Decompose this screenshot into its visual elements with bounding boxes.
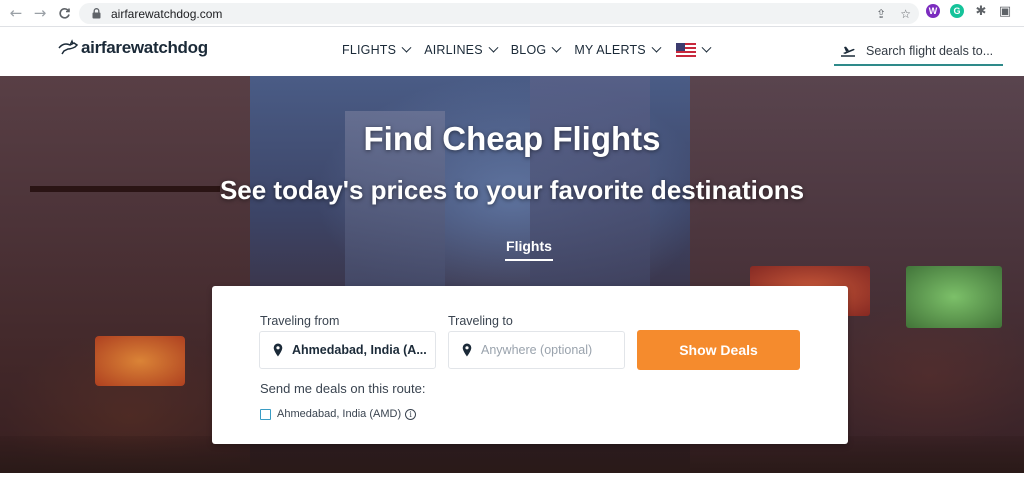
site-logo[interactable]: airfarewatchdog — [57, 38, 208, 58]
from-label: Traveling from — [260, 314, 340, 328]
location-pin-icon — [273, 343, 283, 357]
nav-flights[interactable]: FLIGHTS — [342, 42, 412, 57]
logo-text: airfarewatchdog — [81, 38, 208, 57]
nav-my-alerts-label: MY ALERTS — [574, 43, 646, 57]
route-checkbox[interactable] — [260, 408, 271, 420]
hero-backdrop-right-sign — [906, 266, 1002, 328]
side-panel-icon[interactable]: ▣ — [998, 4, 1012, 19]
bookmark-star-icon[interactable]: ☆ — [900, 7, 911, 21]
route-checkbox-label[interactable]: Ahmedabad, India (AMD) — [277, 408, 401, 420]
nav-airlines-label: AIRLINES — [424, 43, 483, 57]
chevron-down-icon — [701, 42, 712, 53]
site-header: airfarewatchdog FLIGHTS AIRLINES BLOG MY… — [0, 28, 1024, 76]
nav-airlines[interactable]: AIRLINES — [424, 42, 499, 57]
share-icon[interactable]: ⇪ — [876, 7, 886, 21]
page-below-hero — [0, 473, 1024, 497]
to-label: Traveling to — [448, 314, 513, 328]
us-flag-icon — [675, 43, 696, 57]
lock-icon — [89, 8, 103, 19]
chevron-down-icon — [651, 42, 662, 53]
extensions-puzzle-icon[interactable]: ✱ — [974, 4, 988, 19]
location-pin-icon — [462, 343, 472, 357]
omnibox-actions: ⇪ ☆ — [876, 3, 911, 24]
extensions-area: W G ✱ ▣ — [926, 4, 1012, 19]
country-selector[interactable] — [674, 42, 712, 57]
reload-glyph — [58, 7, 70, 19]
info-icon[interactable]: i — [405, 408, 417, 420]
extension-grammarly-icon[interactable]: G — [950, 4, 964, 18]
search-placeholder: Search flight deals to... — [866, 43, 994, 58]
traveling-to-field[interactable]: Anywhere (optional) — [448, 331, 625, 369]
url-text: airfarewatchdog.com — [111, 6, 223, 21]
chevron-down-icon — [551, 42, 562, 53]
flight-deal-search[interactable]: Search flight deals to... — [834, 37, 1003, 66]
traveling-from-field[interactable]: Ahmedabad, India (A... — [259, 331, 436, 369]
plane-icon — [841, 46, 855, 57]
address-bar[interactable]: airfarewatchdog.com ⇪ ☆ — [79, 3, 919, 24]
nav-flights-label: FLIGHTS — [342, 43, 397, 57]
to-placeholder: Anywhere (optional) — [481, 343, 593, 357]
search-form-card: Traveling from Ahmedabad, India (A... Tr… — [212, 286, 848, 444]
main-nav: FLIGHTS AIRLINES BLOG MY ALERTS — [342, 42, 712, 57]
hero-section: Find Cheap Flights See today's prices to… — [0, 76, 1024, 473]
chevron-down-icon — [401, 42, 412, 53]
from-value: Ahmedabad, India (A... — [292, 343, 427, 357]
forward-icon[interactable]: → — [28, 1, 52, 25]
send-deals-label: Send me deals on this route: — [260, 381, 426, 396]
dog-logo-icon — [58, 39, 79, 55]
chevron-down-icon — [488, 42, 499, 53]
browser-toolbar: ← → airfarewatchdog.com ⇪ ☆ W G ✱ ▣ — [0, 0, 1024, 27]
nav-blog-label: BLOG — [510, 43, 547, 57]
reload-icon[interactable] — [52, 1, 76, 25]
nav-my-alerts[interactable]: MY ALERTS — [574, 42, 662, 57]
nav-blog[interactable]: BLOG — [510, 42, 562, 57]
hero-subtitle: See today's prices to your favorite dest… — [219, 175, 805, 205]
extension-w-icon[interactable]: W — [926, 4, 940, 18]
route-deal-option[interactable]: Ahmedabad, India (AMD) i — [260, 408, 417, 420]
hero-title: Find Cheap Flights — [363, 120, 661, 157]
tab-flights[interactable]: Flights — [505, 238, 553, 261]
hero-backdrop-left-sign — [95, 336, 185, 386]
show-deals-button[interactable]: Show Deals — [637, 330, 800, 370]
back-icon[interactable]: ← — [4, 1, 28, 25]
